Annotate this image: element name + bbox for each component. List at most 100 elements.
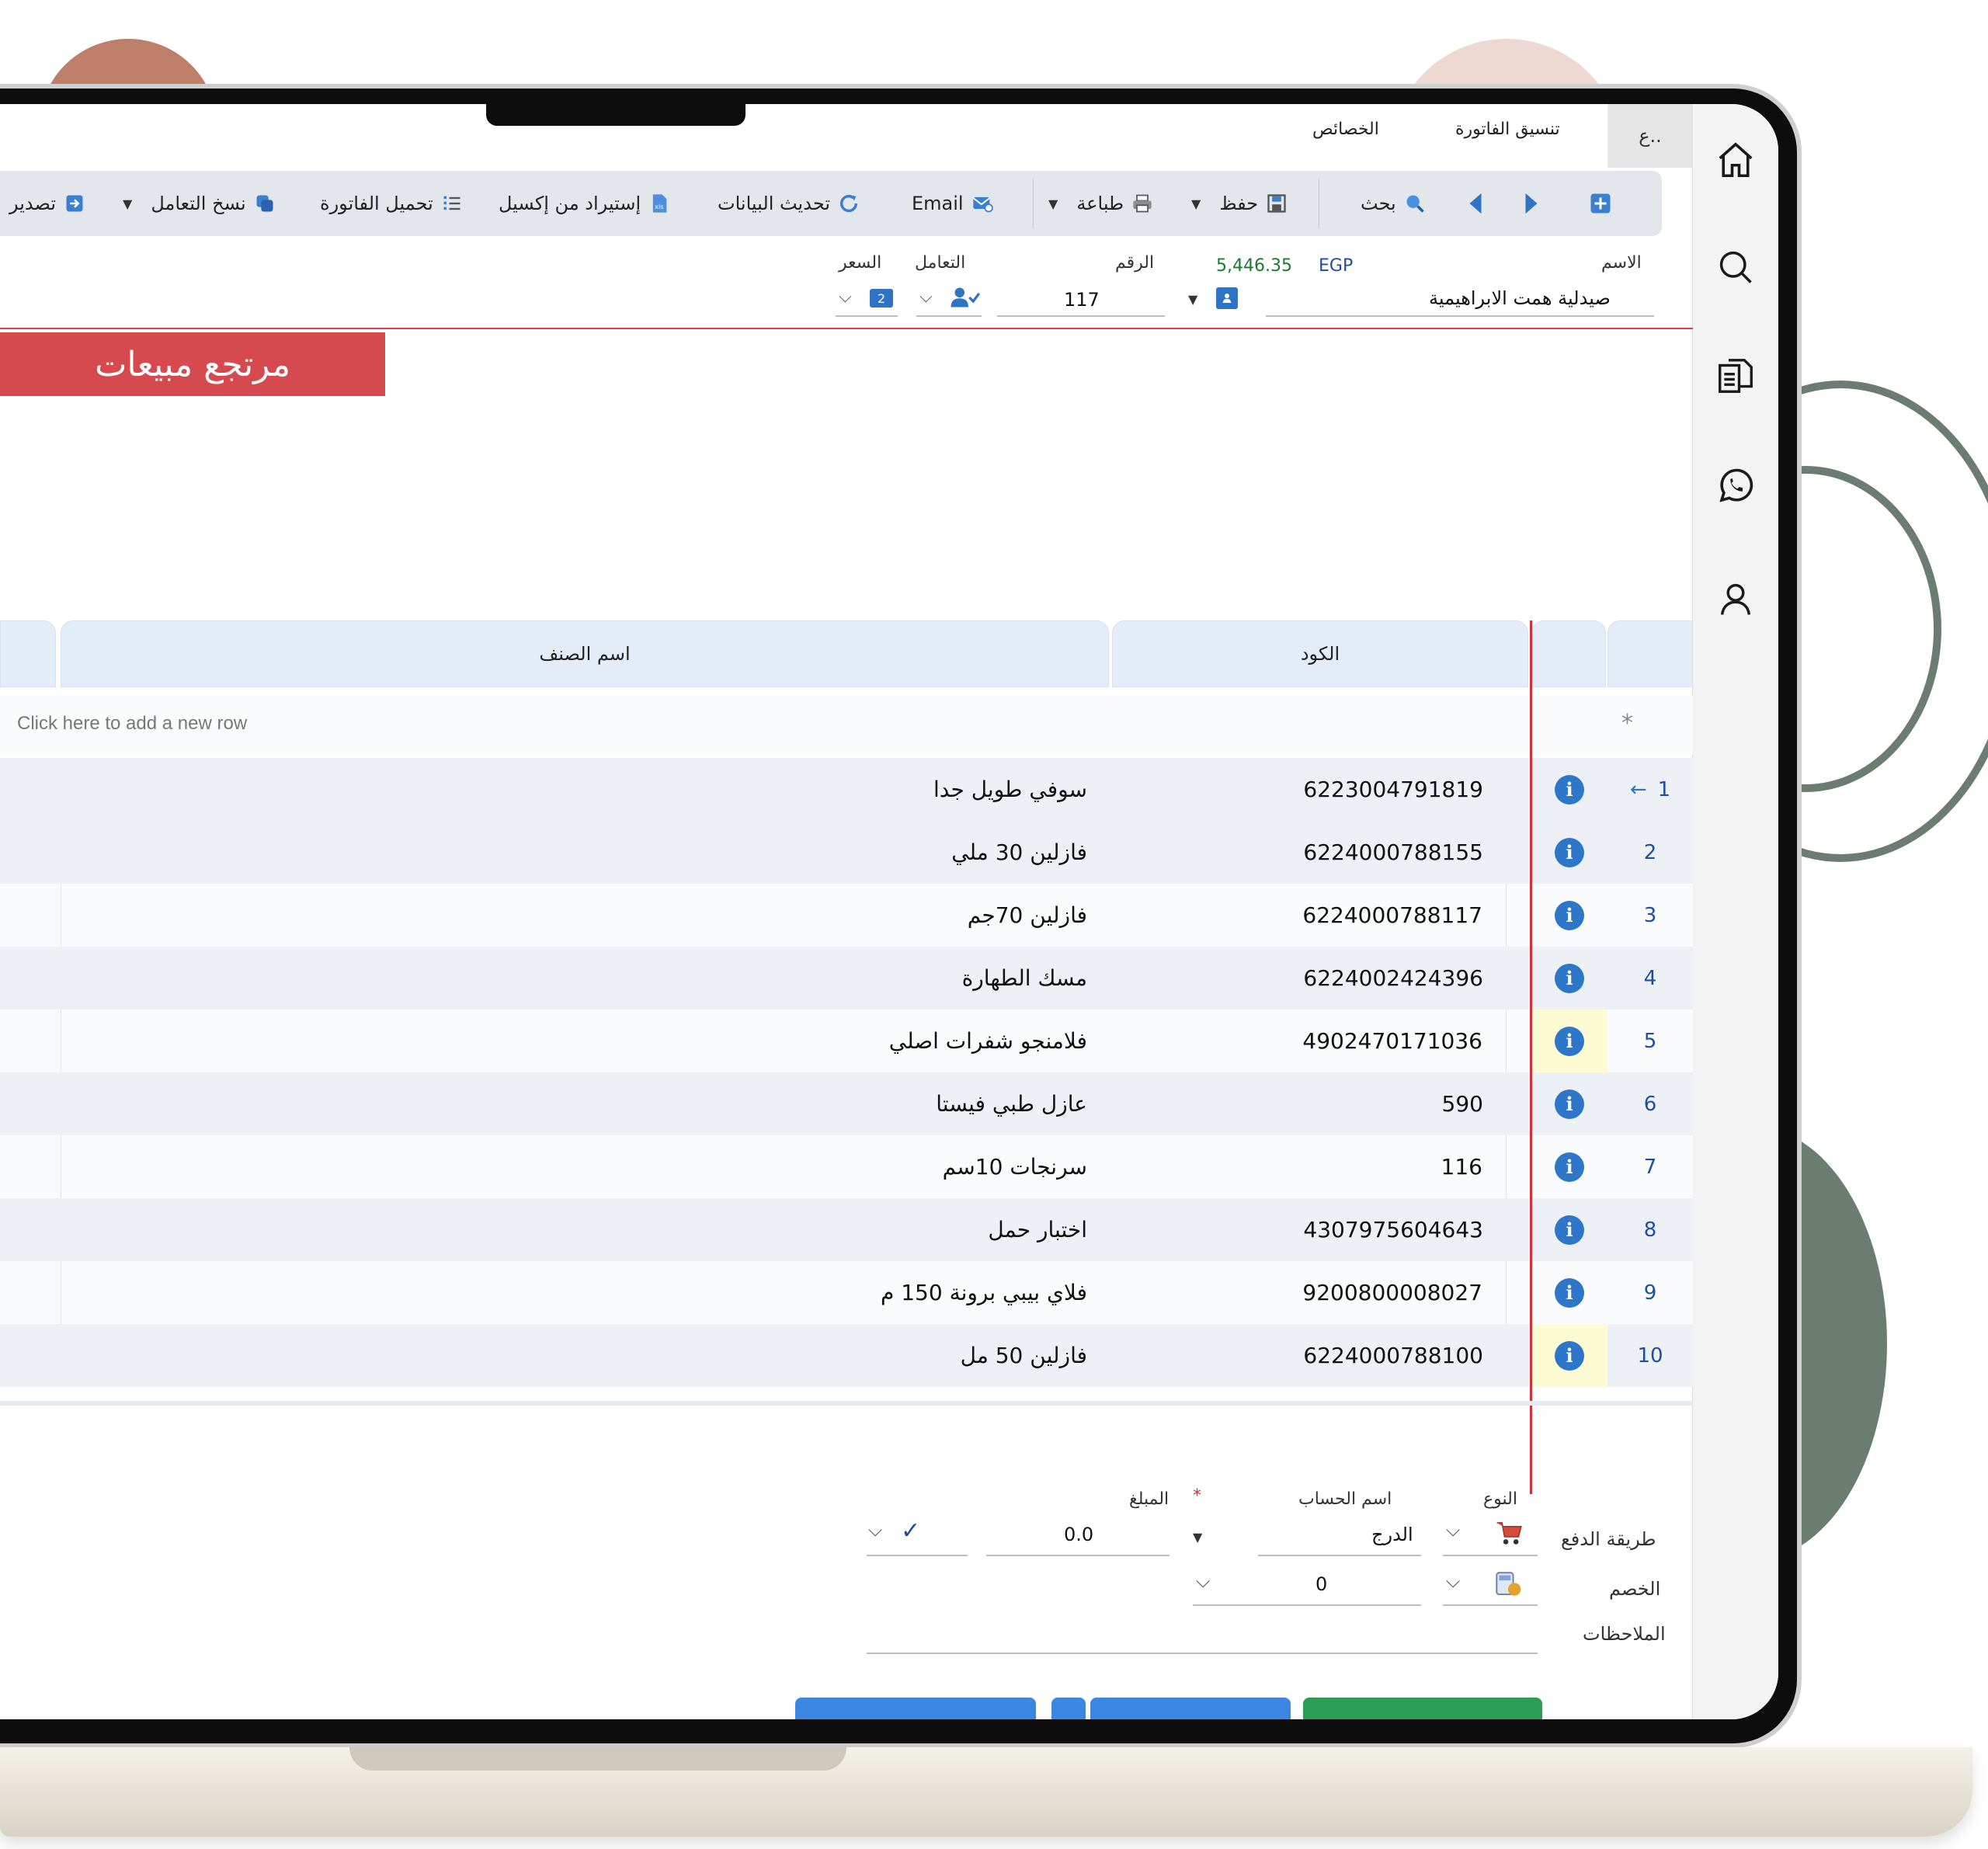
search-button[interactable]: بحث: [1361, 171, 1426, 236]
save-button-label: حفظ: [1219, 193, 1259, 214]
payment-type-underline: [1443, 1555, 1538, 1556]
chevron-down-icon: ▼: [123, 196, 133, 211]
grid-header-row-number: [1607, 620, 1693, 687]
code-cell[interactable]: 6224002424396: [1110, 947, 1507, 1010]
info-cell[interactable]: i: [1531, 1072, 1607, 1135]
action-button-blue-2[interactable]: [1090, 1698, 1291, 1719]
table-row[interactable]: 7 i 116 سرنجات 10سم: [0, 1135, 1693, 1198]
item-name-cell[interactable]: فلاي بيبي برونة 150 م: [61, 1261, 1109, 1324]
next-record-button[interactable]: [1522, 171, 1541, 236]
code-cell[interactable]: 6224000788117: [1110, 884, 1507, 947]
home-icon[interactable]: [1712, 137, 1759, 183]
dealing-dropdown-chevron-icon[interactable]: ⌵: [919, 287, 933, 307]
info-cell[interactable]: i: [1531, 821, 1607, 884]
documents-icon[interactable]: [1712, 353, 1759, 399]
discount-field[interactable]: 0: [1315, 1573, 1327, 1595]
info-cell[interactable]: i: [1531, 884, 1607, 947]
payment-type-label: النوع: [1483, 1489, 1517, 1509]
item-name-cell[interactable]: فازلين 50 مل: [61, 1324, 1109, 1387]
new-button[interactable]: [1589, 171, 1612, 236]
item-name-cell[interactable]: فازلين 70جم: [61, 884, 1109, 947]
confirm-check-icon[interactable]: ✓: [901, 1517, 920, 1545]
info-cell[interactable]: i: [1531, 1261, 1607, 1324]
table-row[interactable]: 9 i 9200800008027 فلاي بيبي برونة 150 م: [0, 1261, 1693, 1324]
item-name-cell[interactable]: مسك الطهارة: [61, 947, 1109, 1010]
item-name-cell[interactable]: فلامنجو شفرات اصلي: [61, 1010, 1109, 1072]
table-row[interactable]: 5 i 4902470171036 فلامنجو شفرات اصلي: [0, 1010, 1693, 1072]
info-cell[interactable]: i: [1531, 1198, 1607, 1261]
tab-invoice-format[interactable]: تنسيق الفاتورة: [1455, 120, 1560, 139]
item-name-cell[interactable]: سوفي طويل جدا: [61, 758, 1109, 821]
item-name-cell[interactable]: سرنجات 10سم: [61, 1135, 1109, 1198]
discount-chevron-icon[interactable]: ⌵: [1196, 1570, 1210, 1592]
table-row[interactable]: ← 1 i 6223004791819 سوفي طويل جدا: [0, 758, 1693, 821]
balance-value: 5,446.35: [1216, 256, 1292, 276]
info-cell[interactable]: i: [1531, 1135, 1607, 1198]
table-row[interactable]: 6 i 590 عازل طبي فيستا: [0, 1072, 1693, 1135]
account-name-field[interactable]: الدرج: [1371, 1524, 1413, 1545]
info-cell[interactable]: i: [1531, 947, 1607, 1010]
refresh-icon: [839, 195, 858, 213]
email-button[interactable]: Email: [912, 171, 993, 236]
customer-name-field[interactable]: صيدلية همت الابراهيمية: [1429, 287, 1611, 309]
item-name-cell[interactable]: اختبار حمل: [61, 1198, 1109, 1261]
customer-picker-icon[interactable]: [1216, 287, 1238, 309]
previous-record-button[interactable]: [1466, 171, 1485, 236]
refresh-data-button[interactable]: تحديث البيانات: [718, 171, 860, 236]
account-dropdown-icon[interactable]: ▼: [1193, 1530, 1202, 1545]
new-row[interactable]: Click here to add a new row *: [0, 696, 1693, 755]
code-cell[interactable]: 116: [1110, 1135, 1507, 1198]
amount-chevron-icon[interactable]: ⌵: [868, 1519, 882, 1541]
info-cell[interactable]: i: [1531, 758, 1607, 821]
save-button[interactable]: ▼ حفظ: [1191, 171, 1288, 236]
print-button[interactable]: ▼ طباعة: [1048, 171, 1153, 236]
info-cell[interactable]: i: [1531, 1324, 1607, 1387]
table-row[interactable]: 3 i 6224000788117 فازلين 70جم: [0, 884, 1693, 947]
grid-header-item-name[interactable]: اسم الصنف: [61, 620, 1109, 687]
table-row[interactable]: 4 i 6224002424396 مسك الطهارة: [0, 947, 1693, 1010]
toolbar: بحث ▼ حفظ ▼ طباعة Email تحديث البيانات إ…: [0, 171, 1662, 236]
code-cell[interactable]: 4307975604643: [1110, 1198, 1507, 1261]
copy-transaction-button[interactable]: ▼ نسخ التعامل: [123, 171, 276, 236]
payment-type-icon[interactable]: [1494, 1519, 1525, 1550]
tab-overflow[interactable]: ع..: [1607, 104, 1693, 168]
customer-name-underline: [1266, 315, 1654, 317]
table-row[interactable]: 2 i 6224000788155 فازلين 30 ملي: [0, 821, 1693, 884]
code-cell[interactable]: 4902470171036: [1110, 1010, 1507, 1072]
table-row[interactable]: 8 i 4307975604643 اختبار حمل: [0, 1198, 1693, 1261]
action-button-blue-1[interactable]: [795, 1698, 1036, 1719]
action-button-blue-small[interactable]: [1051, 1698, 1086, 1719]
info-cell[interactable]: i: [1531, 1010, 1607, 1072]
load-invoice-button[interactable]: تحميل الفاتورة: [320, 171, 463, 236]
item-name-cell[interactable]: عازل طبي فيستا: [61, 1072, 1109, 1135]
row-number-value: 1: [1657, 777, 1671, 801]
code-cell[interactable]: 6224000788100: [1110, 1324, 1507, 1387]
action-button-green[interactable]: [1303, 1698, 1542, 1719]
discount-type-chevron-icon[interactable]: ⌵: [1446, 1570, 1460, 1592]
item-name-cell[interactable]: فازلين 30 ملي: [61, 821, 1109, 884]
code-cell[interactable]: 590: [1110, 1072, 1507, 1135]
search-button-label: بحث: [1361, 193, 1396, 214]
payment-type-chevron-icon[interactable]: ⌵: [1446, 1519, 1460, 1541]
import-excel-button[interactable]: إستيراد من إكسيل xls: [499, 171, 670, 236]
row-number: 6: [1643, 1092, 1657, 1116]
search-icon[interactable]: [1712, 244, 1759, 290]
price-dropdown-chevron-icon[interactable]: ⌵: [839, 287, 852, 307]
dealing-user-icon[interactable]: [949, 286, 981, 312]
user-icon[interactable]: [1712, 576, 1759, 623]
chevron-down-icon[interactable]: ▼: [1188, 292, 1197, 307]
tab-properties[interactable]: الخصائص: [1312, 120, 1379, 139]
discount-calculator-icon[interactable]: [1493, 1570, 1524, 1601]
whatsapp-icon[interactable]: [1712, 463, 1759, 509]
export-button[interactable]: تصدير: [9, 171, 85, 236]
invoice-number-underline: [997, 315, 1165, 317]
code-cell[interactable]: 9200800008027: [1110, 1261, 1507, 1324]
invoice-number-field[interactable]: 117: [1064, 289, 1100, 311]
new-row-hint: Click here to add a new row: [17, 713, 248, 734]
amount-field[interactable]: 0.0: [1064, 1524, 1093, 1545]
code-cell[interactable]: 6223004791819: [1110, 758, 1507, 821]
code-cell[interactable]: 6224000788155: [1110, 821, 1507, 884]
table-row[interactable]: 10 i 6224000788100 فازلين 50 مل: [0, 1324, 1693, 1387]
grid-header-code[interactable]: الكود: [1112, 620, 1528, 687]
price-level-badge[interactable]: 2: [870, 289, 893, 308]
